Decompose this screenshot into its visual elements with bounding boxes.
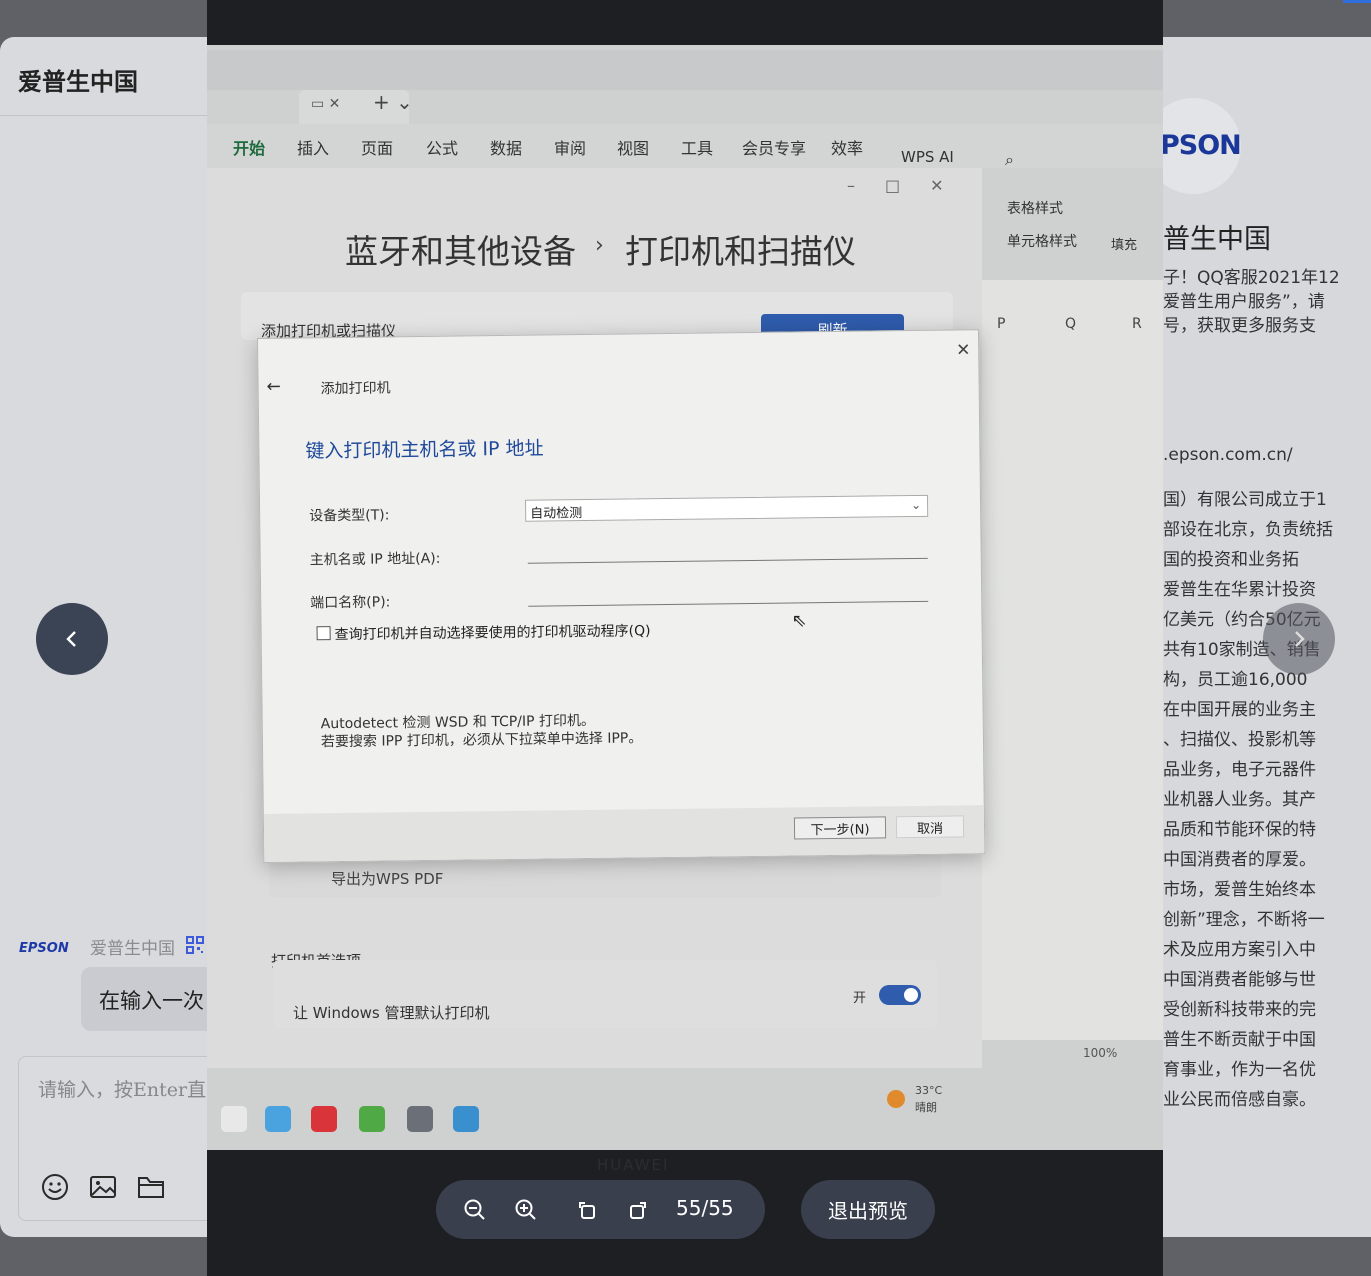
cancel-button: 取消 — [895, 815, 965, 839]
ribbon-tab-page: 页面 — [361, 139, 394, 158]
ribbon-tab-view: 视图 — [617, 139, 650, 158]
window-controls-icon: –□✕ — [847, 176, 974, 195]
chevron-right-icon: › — [595, 233, 604, 258]
zoom-out-icon[interactable] — [460, 1195, 490, 1225]
profile-body: 国）有限公司成立于1 部设在北京，负责统括 国的投资和业务拓 爱普生在华累计投资… — [1163, 490, 1333, 1110]
device-type-select: 自动检测 ⌄ — [524, 494, 929, 522]
weather-temp: 33°C — [915, 1084, 943, 1097]
auto-driver-label: 查询打印机并自动选择要使用的打印机驱动程序(Q) — [334, 623, 651, 644]
ribbon-cell-style: 单元格样式 — [1007, 234, 1077, 250]
column-header-r: R — [1132, 316, 1142, 332]
new-tab-icon: + ⌄ — [373, 90, 413, 114]
column-header-q: Q — [1065, 316, 1077, 332]
ribbon-tab-member: 会员专享 — [742, 139, 807, 158]
ribbon-tab-start: 开始 — [233, 139, 266, 158]
folder-icon[interactable] — [136, 1172, 166, 1202]
profile-url[interactable]: .epson.com.cn/ — [1163, 445, 1293, 465]
profile-description: 子！QQ客服2021年12 爱普生用户服务”，请 号，获取更多服务支 — [1163, 268, 1340, 336]
default-printer-toggle — [879, 985, 921, 1005]
zoom-label: 100% — [1083, 1046, 1118, 1060]
weather-icon — [887, 1090, 905, 1108]
export-label: 导出为WPS PDF — [331, 870, 444, 888]
chat-title: 爱普生中国 — [18, 68, 138, 96]
rotate-left-icon[interactable] — [572, 1195, 602, 1225]
previous-image-button[interactable] — [36, 603, 108, 675]
file-icon — [221, 1106, 247, 1132]
photo-preview: ▭ ✕ + ⌄ 开始 插入 页面 公式 数据 审阅 视图 工具 会员专享 效率 … — [207, 0, 1163, 1276]
ribbon-tab-formula: 公式 — [426, 139, 459, 158]
ribbon-tab-tools: 工具 — [681, 139, 714, 158]
weather-desc: 晴朗 — [915, 1101, 937, 1114]
back-arrow-icon: ← — [266, 376, 281, 397]
ribbon-tab-review: 审阅 — [554, 139, 587, 158]
host-label: 主机名或 IP 地址(A): — [309, 550, 441, 569]
default-printer-label: 让 Windows 管理默认打印机 — [293, 1004, 490, 1022]
host-input — [527, 557, 928, 564]
ribbon-tab-insert: 插入 — [297, 139, 330, 158]
mouse-cursor-icon: ⇖ — [791, 610, 807, 632]
wps-icon — [311, 1106, 337, 1132]
emoji-icon[interactable] — [40, 1172, 70, 1202]
toggle-label: 开 — [853, 991, 867, 1006]
top-indicator — [1343, 0, 1371, 3]
spreadsheet-area — [982, 280, 1163, 1040]
app-root: 爱普生中国 EPSON 爱普生中国 在输入一次 请输入，按Enter直 PSON… — [0, 0, 1371, 1276]
info-line-2: 若要搜索 IPP 打印机，必须从下拉菜单中选择 IPP。 — [320, 730, 643, 751]
close-icon: ✕ — [956, 340, 971, 361]
bilibili-icon — [265, 1106, 291, 1132]
divider — [0, 115, 207, 116]
close-icon: ▭ ✕ — [311, 96, 341, 112]
port-label: 端口名称(P): — [310, 594, 391, 612]
zoom-in-icon[interactable] — [511, 1195, 541, 1225]
qr-code-icon[interactable] — [186, 936, 204, 954]
image-counter: 55/55 — [676, 1196, 734, 1220]
next-button: 下一步(N) — [793, 816, 887, 840]
chevron-down-icon: ⌄ — [910, 497, 922, 513]
chevron-right-icon — [1295, 631, 1305, 647]
sender-name: 爱普生中国 — [90, 939, 175, 959]
info-line-1: Autodetect 检测 WSD 和 TCP/IP 打印机。 — [320, 712, 596, 733]
dialog-breadcrumb: 添加打印机 — [320, 380, 391, 398]
port-input — [528, 600, 929, 607]
camera-watermark: HUAWEI — [597, 1156, 670, 1174]
settings-breadcrumb: 蓝牙和其他设备 — [345, 232, 576, 271]
chevron-left-icon — [66, 631, 76, 647]
ribbon-tab-data: 数据 — [490, 139, 523, 158]
sender-logo: EPSON — [19, 941, 69, 956]
next-image-button[interactable] — [1263, 603, 1335, 675]
image-icon[interactable] — [88, 1172, 118, 1202]
epson-logo: PSON — [1160, 130, 1242, 161]
browser-icon — [359, 1106, 385, 1132]
ribbon-table-style: 表格样式 — [1007, 201, 1063, 217]
wps-tabbar — [207, 50, 1163, 90]
message-input-placeholder: 请输入，按Enter直 — [38, 1079, 207, 1101]
rotate-right-icon[interactable] — [623, 1195, 653, 1225]
search-icon: ⌕ — [1005, 150, 1014, 169]
settings-gear-icon — [407, 1106, 433, 1132]
add-printer-dialog: ← 添加打印机 ✕ 键入打印机主机名或 IP 地址 设备类型(T): 自动检测 ⌄… — [257, 329, 986, 863]
exit-preview-button[interactable]: 退出预览 — [801, 1180, 935, 1239]
device-type-value: 自动检测 — [530, 506, 583, 522]
settings-page-title: 打印机和扫描仪 — [625, 232, 856, 271]
ribbon-wps-ai: WPS AI — [901, 148, 954, 166]
windows-taskbar — [207, 1080, 1163, 1150]
printer-app-icon — [453, 1106, 479, 1132]
dialog-heading: 键入打印机主机名或 IP 地址 — [305, 437, 544, 463]
ribbon-tab-efficiency: 效率 — [831, 139, 864, 158]
profile-name: 普生中国 — [1163, 224, 1271, 255]
message-text: 在输入一次 — [99, 989, 204, 1013]
column-header-p: P — [997, 316, 1006, 332]
ribbon-fill: 填充 — [1111, 238, 1138, 253]
auto-driver-checkbox — [316, 626, 331, 641]
device-type-label: 设备类型(T): — [309, 507, 390, 525]
